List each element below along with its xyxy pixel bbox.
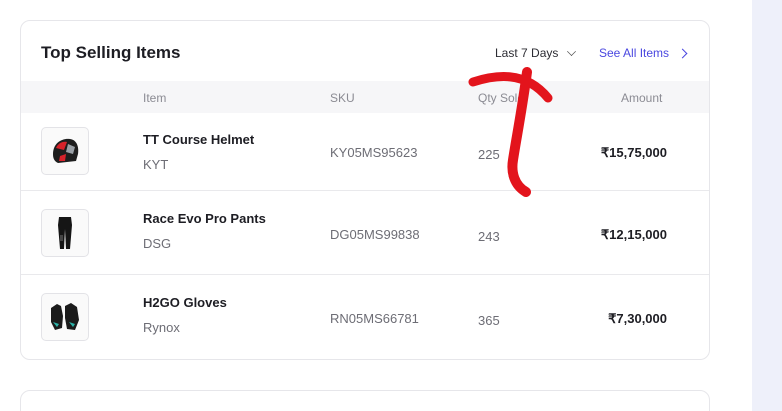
column-header-item: Item (143, 91, 167, 105)
right-sidebar-strip (752, 0, 782, 411)
column-header-amount: Amount (621, 91, 663, 105)
item-qty: 365 (478, 313, 500, 328)
item-qty: 225 (478, 147, 500, 162)
secondary-card (20, 390, 710, 411)
helmet-icon (41, 127, 89, 175)
period-dropdown-label: Last 7 Days (495, 46, 559, 60)
item-name: H2GO Gloves (143, 295, 227, 310)
item-brand: DSG (143, 236, 172, 251)
item-brand: Rynox (143, 320, 180, 335)
chevron-right-icon (677, 48, 688, 58)
item-sku: DG05MS99838 (330, 227, 420, 242)
column-header-qty: Qty Sold (478, 91, 525, 105)
item-brand: KYT (143, 157, 169, 172)
item-amount: ₹12,15,000 (600, 227, 667, 242)
item-sku: RN05MS66781 (330, 311, 419, 326)
item-amount: ₹15,75,000 (600, 145, 667, 160)
item-amount: ₹7,30,000 (608, 311, 667, 326)
gloves-icon (41, 293, 89, 341)
item-sku: KY05MS95623 (330, 145, 418, 160)
chevron-down-icon (567, 46, 577, 56)
item-name: TT Course Helmet (143, 132, 255, 147)
see-all-items-link[interactable]: See All Items (599, 46, 688, 60)
table-row[interactable]: Race Evo Pro Pants DSG DG05MS99838 243 ₹… (21, 191, 709, 275)
item-name: Race Evo Pro Pants (143, 211, 266, 226)
period-dropdown[interactable]: Last 7 Days (495, 46, 577, 60)
column-header-sku: SKU (330, 91, 355, 105)
top-selling-card: Top Selling Items Last 7 Days See All It… (20, 20, 710, 360)
pants-icon (41, 209, 89, 257)
table-header: Item SKU Qty Sold Amount (21, 81, 709, 113)
table-row[interactable]: TT Course Helmet KYT KY05MS95623 225 ₹15… (21, 113, 709, 191)
see-all-items-label: See All Items (599, 46, 670, 60)
item-qty: 243 (478, 229, 500, 244)
card-title: Top Selling Items (41, 43, 181, 62)
table-row[interactable]: H2GO Gloves Rynox RN05MS66781 365 ₹7,30,… (21, 275, 709, 359)
